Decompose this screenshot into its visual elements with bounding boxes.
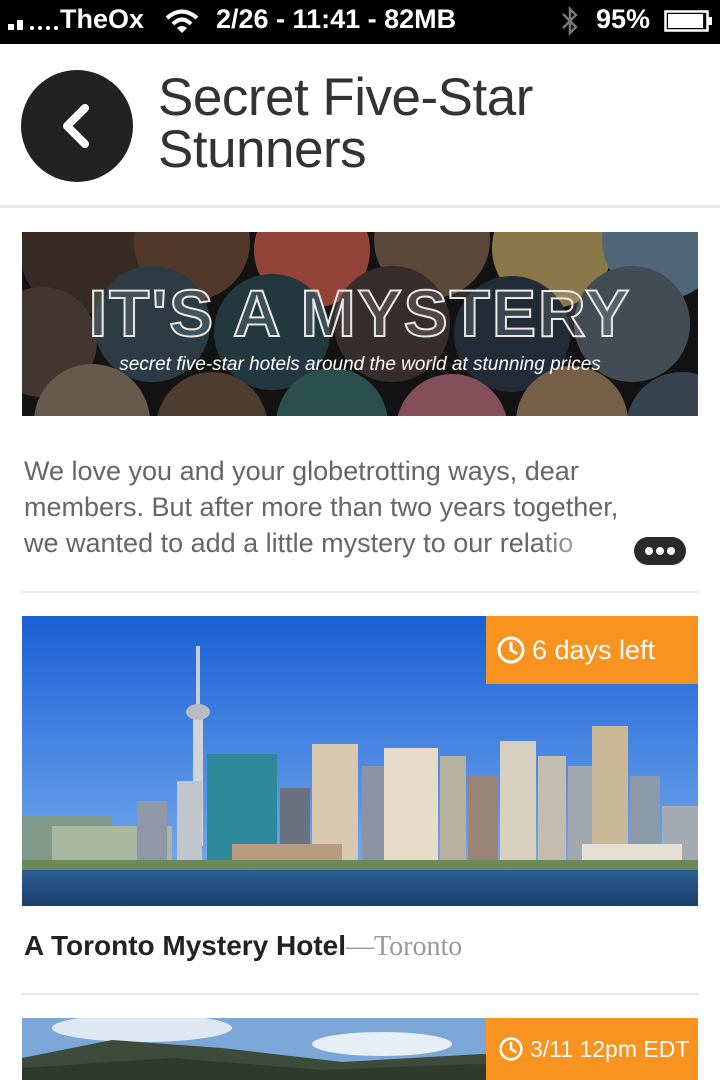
status-bar: TheOx 2/26 - 11:41 - 82MB 95% <box>0 0 720 44</box>
clock-icon <box>499 1037 523 1061</box>
deal-separator: — <box>346 931 375 962</box>
wifi-icon <box>165 9 199 33</box>
countdown-text: 3/11 12pm EDT <box>530 1035 690 1062</box>
deal-location: Toronto <box>374 931 463 962</box>
page-title-line2: Stunners <box>158 120 367 179</box>
countdown-badge: 3/11 12pm EDT <box>486 1018 698 1080</box>
status-center-text: 2/26 - 11:41 - 82MB <box>216 4 457 34</box>
page-title: Secret Five-Star Stunners <box>158 71 698 179</box>
banner-headline: IT'S A MYSTERY <box>88 276 632 350</box>
countdown-badge: 6 days left <box>486 616 698 684</box>
bluetooth-icon <box>562 5 578 37</box>
mystery-banner[interactable]: IT'S A MYSTERY secret five-star hotels a… <box>22 232 698 416</box>
banner-subtitle: secret five-star hotels around the world… <box>119 354 601 375</box>
header-divider <box>0 205 720 208</box>
header: Secret Five-Star Stunners <box>0 44 720 208</box>
chevron-left-icon <box>63 104 89 148</box>
back-button[interactable] <box>21 70 133 182</box>
carrier-name: TheOx <box>60 4 145 34</box>
intro-line: We love you and your globetrotting ways,… <box>24 456 579 486</box>
signal-icon <box>8 20 58 30</box>
battery-icon <box>664 10 712 32</box>
deal-title[interactable]: A Toronto Mystery Hotel—Toronto <box>24 930 462 963</box>
intro-line: members. But after more than two years t… <box>24 492 619 522</box>
page-title-line1: Secret Five-Star <box>158 68 533 127</box>
clock-icon <box>497 636 525 664</box>
deal-name: A Toronto Mystery Hotel <box>24 930 347 961</box>
battery-percent: 95% <box>596 4 651 34</box>
ellipsis-icon <box>645 547 675 555</box>
countdown-text: 6 days left <box>532 634 656 665</box>
read-more-button[interactable] <box>634 537 686 565</box>
section-divider <box>22 993 698 995</box>
section-divider <box>22 591 698 593</box>
